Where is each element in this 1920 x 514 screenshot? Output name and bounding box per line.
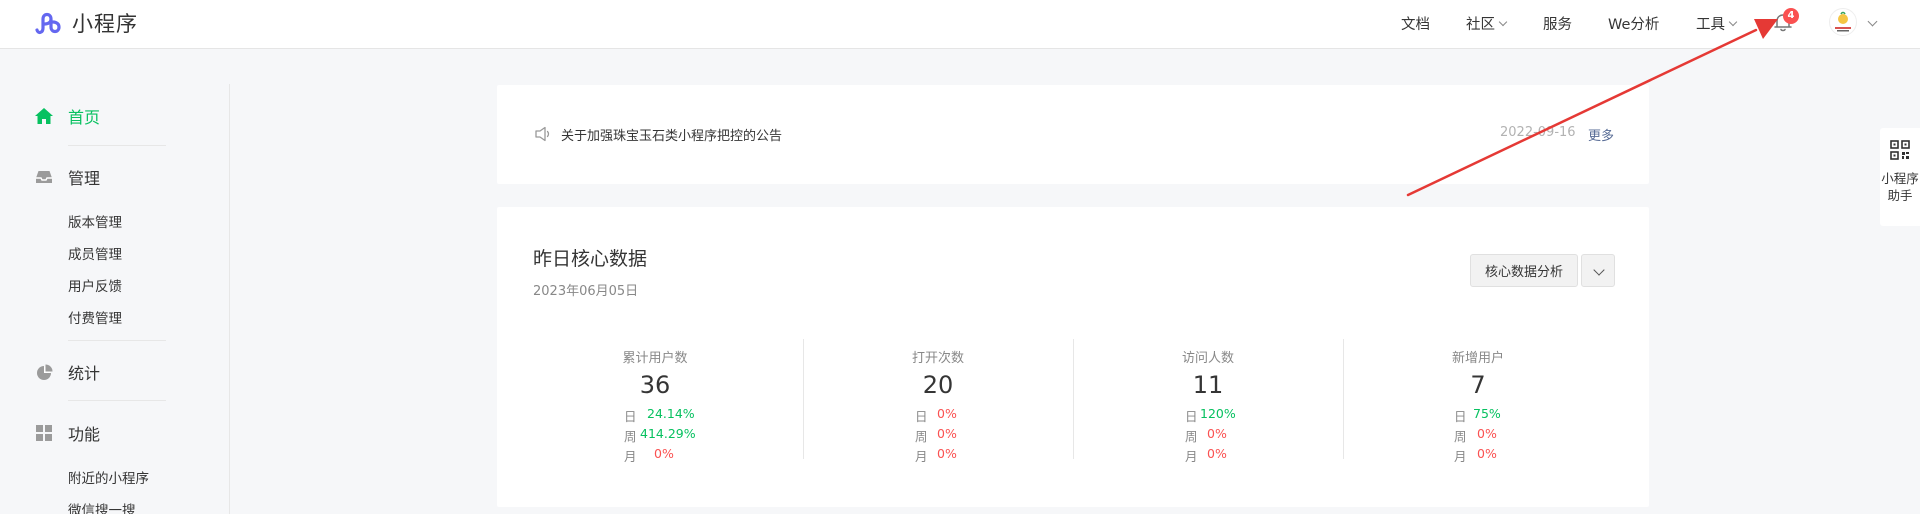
qr-code-icon	[1890, 140, 1910, 160]
avatar[interactable]	[1829, 8, 1857, 36]
metric-total-users: 累计用户数 36 日 24.14% 周 414.29% 月 0%	[520, 339, 790, 464]
metric-label: 打开次数	[911, 351, 964, 366]
metric-open-count: 打开次数 20 日 0% 周 0% 月 0%	[803, 339, 1073, 464]
divider	[68, 400, 166, 401]
brand-name: 小程序	[72, 12, 138, 36]
chevron-down-icon	[1728, 17, 1738, 27]
sidebar-item-manage[interactable]: 管理	[34, 165, 100, 189]
section-title: 昨日核心数据	[533, 248, 648, 270]
sidebar-item-features[interactable]: 功能	[34, 421, 100, 445]
section-date: 2023年06月05日	[533, 284, 639, 299]
chevron-down-icon	[1593, 264, 1605, 276]
core-data-analysis-button[interactable]: 核心数据分析	[1470, 254, 1578, 287]
nav-community[interactable]: 社区	[1466, 13, 1508, 34]
nav-tools[interactable]: 工具	[1696, 13, 1738, 34]
logo[interactable]: 小程序	[34, 8, 138, 38]
helper-label-line1: 小程序	[1881, 171, 1919, 186]
nav-services[interactable]: 服务	[1543, 13, 1572, 34]
sidebar-item-user-feedback[interactable]: 用户反馈	[68, 275, 122, 295]
metric-visitors: 访问人数 11 日 120% 周 0% 月 0%	[1073, 339, 1343, 464]
sidebar-item-payment-manage[interactable]: 付费管理	[68, 307, 122, 327]
chevron-down-icon[interactable]	[1867, 16, 1878, 27]
notification-badge: 4	[1783, 8, 1799, 24]
sidebar-item-nearby-mini-program[interactable]: 附近的小程序	[68, 467, 149, 487]
metric-label: 累计用户数	[622, 351, 688, 366]
mini-program-helper-button[interactable]: 小程序 助手	[1880, 128, 1920, 226]
metric-label: 新增用户	[1451, 351, 1504, 366]
inbox-icon	[34, 167, 54, 187]
speaker-icon	[535, 126, 550, 142]
notice-card: 关于加强珠宝玉石类小程序把控的公告 2022-09-16 更多	[497, 85, 1649, 184]
metric-label: 访问人数	[1181, 351, 1234, 366]
sidebar-divider	[229, 84, 230, 514]
dropdown-button[interactable]	[1581, 254, 1615, 287]
helper-label-line2: 助手	[1887, 188, 1913, 203]
mini-program-logo-icon	[35, 12, 61, 35]
avatar-icon	[1835, 11, 1851, 32]
pie-chart-icon	[34, 362, 54, 382]
nav-docs[interactable]: 文档	[1401, 13, 1430, 34]
sidebar-item-version-manage[interactable]: 版本管理	[68, 211, 122, 231]
nav-we-analysis[interactable]: We分析	[1608, 13, 1659, 34]
top-bar: 小程序 文档 社区 服务 We分析 工具 4	[0, 0, 1920, 49]
sidebar-item-stats[interactable]: 统计	[34, 360, 100, 384]
metric-new-users: 新增用户 7 日 75% 周 0% 月 0%	[1343, 339, 1613, 464]
chevron-down-icon	[1498, 17, 1508, 27]
notice-text[interactable]: 关于加强珠宝玉石类小程序把控的公告	[561, 125, 782, 144]
divider	[68, 145, 166, 146]
core-data-card: 昨日核心数据 2023年06月05日 核心数据分析 累计用户数 36 日 24.1…	[497, 207, 1649, 507]
sidebar-item-home[interactable]: 首页	[34, 104, 100, 128]
metric-value: 11	[1192, 371, 1224, 399]
sidebar-item-member-manage[interactable]: 成员管理	[68, 243, 122, 263]
metric-value: 36	[639, 371, 671, 399]
metric-value: 7	[1470, 371, 1486, 399]
home-icon	[34, 106, 54, 126]
sidebar: 首页 管理 版本管理 成员管理 用户反馈 付费管理 统计 功能 附近的小程序 微…	[0, 49, 230, 514]
grid-icon	[34, 423, 54, 443]
notice-date: 2022-09-16	[1500, 125, 1576, 140]
metric-value: 20	[922, 371, 954, 399]
sidebar-item-wechat-search[interactable]: 微信搜一搜	[68, 499, 136, 514]
more-link[interactable]: 更多	[1588, 125, 1614, 144]
divider	[68, 340, 166, 341]
